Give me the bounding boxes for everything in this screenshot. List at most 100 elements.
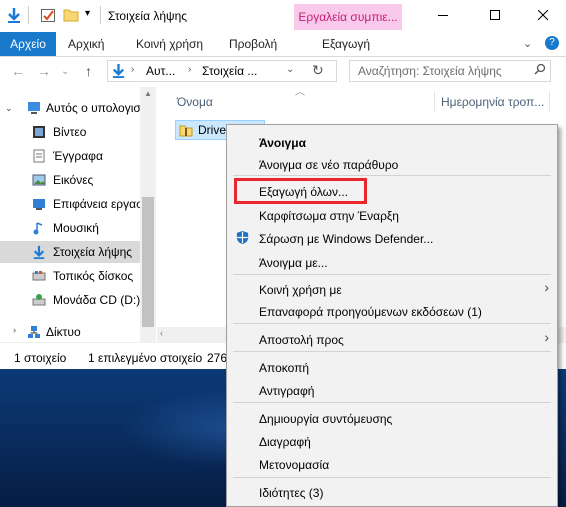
- minimize-icon: [438, 15, 448, 16]
- menu-item-delete[interactable]: Διαγραφή: [259, 435, 311, 449]
- menu-separator: [233, 274, 551, 275]
- close-button[interactable]: [520, 0, 566, 30]
- nav-item-downloads[interactable]: Στοιχεία λήψης: [0, 241, 140, 263]
- breadcrumb-current[interactable]: Στοιχεία ...: [202, 64, 257, 78]
- nav-item-documents[interactable]: Έγγραφα: [0, 145, 140, 167]
- menu-item-scan-defender[interactable]: Σάρωση με Windows Defender...: [259, 232, 433, 246]
- menu-separator: [233, 175, 551, 176]
- selected-count: 1 επιλεγμένο στοιχείο: [88, 351, 203, 365]
- context-menu: Άνοιγμα Άνοιγμα σε νέο παράθυρο Εξαγωγή …: [226, 124, 558, 507]
- menu-separator: [233, 402, 551, 403]
- menu-item-share-with[interactable]: Κοινή χρήση με: [259, 283, 342, 297]
- minimize-button[interactable]: [420, 0, 466, 30]
- column-date[interactable]: Ημερομηνία τροπ...: [441, 95, 544, 109]
- highlight-annotation: [234, 178, 367, 204]
- menu-item-restore-versions[interactable]: Επαναφορά προηγούμενων εκδόσεων (1): [259, 305, 482, 319]
- tab-view[interactable]: Προβολή: [229, 32, 277, 56]
- menu-item-rename[interactable]: Μετονομασία: [259, 458, 329, 472]
- selected-size: 276: [207, 351, 228, 365]
- back-arrow-icon[interactable]: ←: [11, 63, 25, 79]
- downloads-icon: [32, 244, 46, 259]
- column-divider[interactable]: [434, 91, 435, 111]
- search-icon[interactable]: [534, 63, 546, 78]
- nav-item-cd-drive[interactable]: Μονάδα CD (D:): [0, 289, 140, 311]
- close-icon: [538, 10, 548, 20]
- search-input[interactable]: Αναζήτηση: Στοιχεία λήψης: [358, 64, 502, 78]
- address-bar[interactable]: › Αυτ... › Στοιχεία ... ⌄ ↻: [107, 60, 337, 82]
- menu-separator: [233, 323, 551, 324]
- nav-item-desktop[interactable]: Επιφάνεια εργασ: [0, 193, 140, 215]
- nav-scroll-thumb[interactable]: [142, 197, 154, 327]
- nav-scrollbar[interactable]: ▲: [140, 87, 156, 342]
- menu-item-send-to[interactable]: Αποστολή προς: [259, 333, 344, 347]
- downloads-icon[interactable]: [6, 7, 22, 23]
- search-box[interactable]: Αναζήτηση: Στοιχεία λήψης: [349, 60, 551, 82]
- window-title: Στοιχεία λήψης: [108, 9, 188, 23]
- menu-item-pin-to-start[interactable]: Καρφίτσωμα στην Έναρξη: [259, 209, 399, 223]
- column-divider[interactable]: [549, 91, 550, 111]
- up-arrow-icon[interactable]: ↑: [85, 63, 92, 79]
- menu-separator: [233, 477, 551, 478]
- menu-item-cut[interactable]: Αποκοπή: [259, 361, 309, 375]
- menu-item-create-shortcut[interactable]: Δημιουργία συντόμευσης: [259, 412, 392, 426]
- nav-item-pictures[interactable]: Εικόνες: [0, 169, 140, 191]
- divider: [28, 6, 29, 24]
- divider: [100, 6, 101, 24]
- forward-arrow-icon[interactable]: →: [37, 63, 51, 79]
- recent-locations-icon[interactable]: ⌄: [61, 66, 69, 77]
- nav-item-music[interactable]: Μουσική: [0, 217, 140, 239]
- nav-item-videos[interactable]: Βίντεο: [0, 121, 140, 143]
- menu-item-open-new-window[interactable]: Άνοιγμα σε νέο παράθυρο: [259, 158, 398, 172]
- menu-item-open-with[interactable]: Άνοιγμα με...: [259, 256, 328, 270]
- menu-item-copy[interactable]: Αντιγραφή: [259, 384, 314, 398]
- documents-icon: [32, 148, 46, 163]
- scroll-up-icon[interactable]: ▲: [144, 89, 152, 98]
- zip-folder-icon: [179, 123, 193, 140]
- breadcrumb-chevron-icon[interactable]: ›: [188, 64, 191, 75]
- tab-home[interactable]: Αρχική: [68, 32, 104, 56]
- scroll-left-icon[interactable]: ‹: [160, 328, 163, 338]
- network-icon: [27, 324, 41, 338]
- breadcrumb-chevron-icon[interactable]: ›: [131, 64, 134, 75]
- pictures-icon: [32, 172, 46, 186]
- menu-item-open[interactable]: Άνοιγμα: [259, 136, 306, 150]
- cd-drive-icon: [32, 292, 46, 306]
- tab-share[interactable]: Κοινή χρήση: [136, 32, 203, 56]
- nav-item-this-pc[interactable]: Αυτός ο υπολογισ: [0, 97, 140, 119]
- submenu-arrow-icon: ›: [544, 329, 549, 345]
- item-count: 1 στοιχείο: [14, 351, 67, 365]
- navigation-pane: ⌄ Αυτός ο υπολογισ Βίντεο Έγγραφα Εικόνε…: [0, 87, 156, 342]
- sort-arrow-icon: ︿: [295, 87, 305, 98]
- tab-file[interactable]: Αρχείο: [0, 32, 56, 56]
- windows-defender-icon: [235, 230, 250, 248]
- menu-separator: [233, 351, 551, 352]
- column-name[interactable]: Όνομα: [177, 95, 213, 109]
- context-tab-title: Εργαλεία συμπιε...: [294, 4, 402, 30]
- disk-icon: [32, 268, 46, 282]
- properties-icon[interactable]: [40, 7, 56, 23]
- downloads-icon: [111, 63, 126, 81]
- new-folder-icon[interactable]: [63, 7, 79, 23]
- title-bar: ▾ Στοιχεία λήψης Εργαλεία συμπιε...: [0, 0, 566, 32]
- file-name: Drive: [198, 123, 227, 137]
- submenu-arrow-icon: ›: [544, 279, 549, 295]
- column-headers: ︿ Όνομα Ημερομηνία τροπ...: [157, 87, 566, 115]
- customize-qa-dropdown-icon[interactable]: ▾: [85, 8, 90, 19]
- maximize-icon: [490, 10, 500, 20]
- address-dropdown-icon[interactable]: ⌄: [286, 64, 294, 75]
- computer-icon: [27, 100, 41, 114]
- menu-item-properties[interactable]: Ιδιότητες (3): [259, 486, 323, 500]
- maximize-button[interactable]: [472, 0, 518, 30]
- tab-extract[interactable]: Εξαγωγή: [322, 32, 370, 56]
- breadcrumb-root[interactable]: Αυτ...: [146, 64, 175, 78]
- nav-item-network[interactable]: Δίκτυο: [0, 321, 140, 343]
- music-icon: [32, 220, 46, 235]
- expand-ribbon-icon[interactable]: ⌄: [523, 37, 532, 50]
- refresh-icon[interactable]: ↻: [312, 62, 324, 79]
- address-row: ← → ⌄ ↑ › Αυτ... › Στοιχεία ... ⌄ ↻ Αναζ…: [0, 57, 566, 87]
- ribbon-tabs: Αρχείο Αρχική Κοινή χρήση Προβολή Εξαγωγ…: [0, 32, 566, 57]
- desktop-icon: [32, 196, 46, 210]
- video-icon: [32, 124, 46, 138]
- help-icon[interactable]: ?: [545, 36, 559, 50]
- nav-item-local-disk[interactable]: Τοπικός δίσκος: [0, 265, 140, 287]
